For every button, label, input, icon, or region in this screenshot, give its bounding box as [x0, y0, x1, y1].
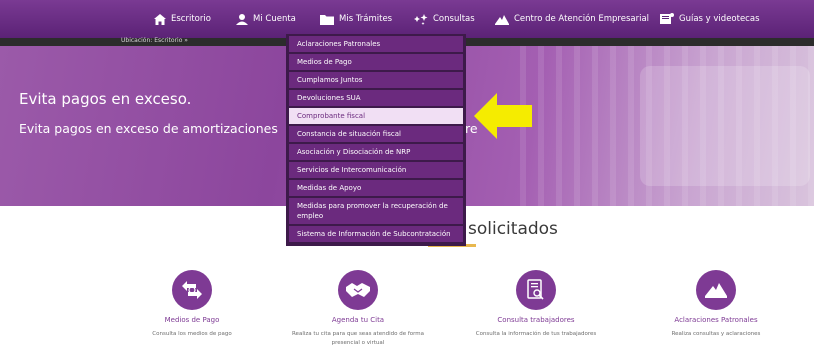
menu-item-asociacion-nrp[interactable]: Asociación y Disociación de NRP: [289, 144, 463, 160]
tile-description: Realiza consultas y aclaraciones: [671, 331, 761, 337]
nav-item-mis-tramites[interactable]: Mis Trámites: [320, 10, 392, 28]
mountain-logo-icon: [495, 14, 509, 25]
home-icon: [154, 13, 166, 25]
hero-subtitle: Evita pagos en exceso de amortizaciones: [19, 121, 278, 136]
section-title: solicitados: [468, 219, 558, 239]
tile-description: Realiza tu cita para que seas atendido d…: [291, 331, 425, 346]
book-icon: [660, 13, 674, 24]
tile-title[interactable]: Aclaraciones Patronales: [646, 316, 786, 324]
nav-label: Mis Trámites: [339, 14, 393, 24]
nav-label: Consultas: [433, 14, 475, 24]
menu-item-cumplamos-juntos[interactable]: Cumplamos Juntos: [289, 72, 463, 88]
menu-item-subcontratacion[interactable]: Sistema de Información de Subcontratació…: [289, 226, 463, 242]
tile-title[interactable]: Medios de Pago: [122, 316, 262, 324]
menu-item-medidas-de-apoyo[interactable]: Medidas de Apoyo: [289, 180, 463, 196]
breadcrumb: Ubicación: Escritorio »: [121, 37, 188, 44]
tile-consulta-trabajadores[interactable]: Consulta trabajadores Consulta la inform…: [466, 270, 606, 339]
tile-medios-de-pago[interactable]: Medios de Pago Consulta los medios de pa…: [122, 270, 262, 339]
menu-item-medios-de-pago[interactable]: Medios de Pago: [289, 54, 463, 70]
nav-label: Guías y videotecas: [679, 14, 760, 24]
nav-label: Mi Cuenta: [253, 14, 296, 24]
tile-aclaraciones-patronales[interactable]: Aclaraciones Patronales Realiza consulta…: [646, 270, 786, 339]
payment-exchange-icon[interactable]: [172, 270, 212, 310]
hero-background-image: [640, 66, 810, 186]
menu-item-comprobante-fiscal[interactable]: Comprobante fiscal: [289, 108, 463, 124]
mis-tramites-dropdown: Aclaraciones Patronales Medios de Pago C…: [286, 34, 466, 246]
document-search-icon[interactable]: [516, 270, 556, 310]
hero-title: Evita pagos en exceso.: [19, 90, 192, 108]
sparkle-icon: [414, 13, 428, 25]
nav-item-centro-atencion[interactable]: Centro de Atención Empresarial: [495, 10, 649, 28]
nav-item-consultas[interactable]: Consultas: [414, 10, 475, 28]
nav-label: Escritorio: [171, 14, 211, 24]
tile-description: Consulta los medios de pago: [152, 331, 232, 337]
menu-item-servicios-intercomunicacion[interactable]: Servicios de Intercomunicación: [289, 162, 463, 178]
tile-title[interactable]: Agenda tu Cita: [288, 316, 428, 324]
top-navigation: Escritorio Mi Cuenta Mis Trámites Consul…: [0, 0, 814, 38]
handshake-icon[interactable]: [338, 270, 378, 310]
yellow-arrow-icon: [474, 93, 532, 139]
mountain-logo-icon[interactable]: [696, 270, 736, 310]
menu-item-constancia-situacion-fiscal[interactable]: Constancia de situación fiscal: [289, 126, 463, 142]
nav-label: Centro de Atención Empresarial: [514, 14, 650, 24]
menu-item-devoluciones-sua[interactable]: Devoluciones SUA: [289, 90, 463, 106]
menu-item-recuperacion-empleo[interactable]: Medidas para promover la recuperación de…: [289, 198, 463, 224]
tile-description: Consulta la información de tus trabajado…: [475, 331, 597, 337]
nav-item-guias[interactable]: Guías y videotecas: [660, 10, 760, 28]
menu-item-aclaraciones-patronales[interactable]: Aclaraciones Patronales: [289, 36, 463, 52]
user-icon: [236, 13, 248, 25]
nav-item-escritorio[interactable]: Escritorio: [154, 10, 211, 28]
tile-agenda-cita[interactable]: Agenda tu Cita Realiza tu cita para que …: [288, 270, 428, 348]
folder-icon: [320, 14, 334, 25]
tile-title[interactable]: Consulta trabajadores: [466, 316, 606, 324]
nav-item-mi-cuenta[interactable]: Mi Cuenta: [236, 10, 296, 28]
